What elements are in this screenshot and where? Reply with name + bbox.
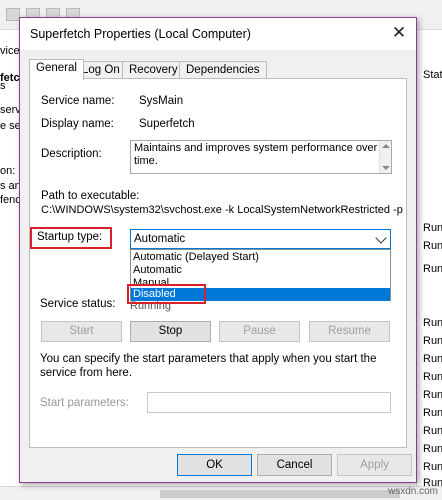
horizontal-scrollbar[interactable] [0,486,442,500]
chevron-down-icon [375,232,387,244]
display-name-value: Superfetch [139,118,195,130]
startup-type-select[interactable]: Automatic [130,229,391,249]
description-label: Description: [41,148,102,160]
services-left-pane: vice s fetch serv e se on: s and fence [0,30,27,500]
status-cell: Run [423,443,442,455]
bg-fragment: on: [0,165,16,177]
tab-recovery[interactable]: Recovery [122,61,185,79]
scrollbar-thumb[interactable] [160,490,400,498]
option-automatic[interactable]: Automatic [131,264,390,277]
bg-fragment: vice [0,45,20,57]
display-name-label: Display name: [41,118,114,130]
ok-button[interactable]: OK [177,454,252,476]
option-automatic-delayed[interactable]: Automatic (Delayed Start) [131,251,390,264]
pause-button[interactable]: Pause [219,321,300,342]
path-value: C:\WINDOWS\system32\svchost.exe -k Local… [41,204,403,216]
description-scrollbar[interactable] [379,141,391,173]
bg-fragment: serv [0,104,21,116]
tab-general[interactable]: General [29,59,84,80]
status-cell: Run [423,461,442,473]
bg-fragment: e se [0,120,21,132]
description-text: Maintains and improves system performanc… [134,142,378,167]
status-cell: Run [423,425,442,437]
start-parameters-hint: You can specify the start parameters tha… [40,353,377,379]
path-label: Path to executable: [41,190,140,202]
cancel-button[interactable]: Cancel [257,454,332,476]
status-cell: Run [423,263,442,275]
status-cell: Run [423,371,442,383]
stop-button[interactable]: Stop [130,321,211,342]
status-column-header[interactable]: Stat [423,69,442,81]
status-cell: Run [423,222,442,234]
start-button[interactable]: Start [41,321,122,342]
description-box[interactable]: Maintains and improves system performanc… [130,140,392,174]
status-cell: Run [423,240,442,252]
close-icon: ✕ [391,23,407,42]
resume-button[interactable]: Resume [309,321,390,342]
service-name-label: Service name: [41,95,115,107]
dialog-titlebar[interactable]: Superfetch Properties (Local Computer) ✕ [20,18,416,50]
start-parameters-label: Start parameters: [40,397,129,409]
status-cell: Run [423,353,442,365]
service-status-label: Service status: [40,298,116,310]
start-parameters-input[interactable] [147,392,391,413]
tab-dependencies[interactable]: Dependencies [179,61,267,79]
status-cell: Run [423,389,442,401]
startup-type-label: Startup type: [37,231,103,243]
watermark: wsxdn.com [387,486,438,497]
startup-type-value: Automatic [134,233,186,245]
status-cell: Run [423,407,442,419]
superfetch-properties-dialog: Superfetch Properties (Local Computer) ✕… [19,17,417,483]
close-button[interactable]: ✕ [382,18,416,48]
dialog-title: Superfetch Properties (Local Computer) [30,27,251,41]
service-name-value: SysMain [139,95,184,107]
disabled-option-highlight [127,284,206,304]
back-icon[interactable] [6,8,20,21]
status-cell: Run [423,335,442,347]
apply-button[interactable]: Apply [337,454,412,476]
status-cell: Run [423,317,442,329]
